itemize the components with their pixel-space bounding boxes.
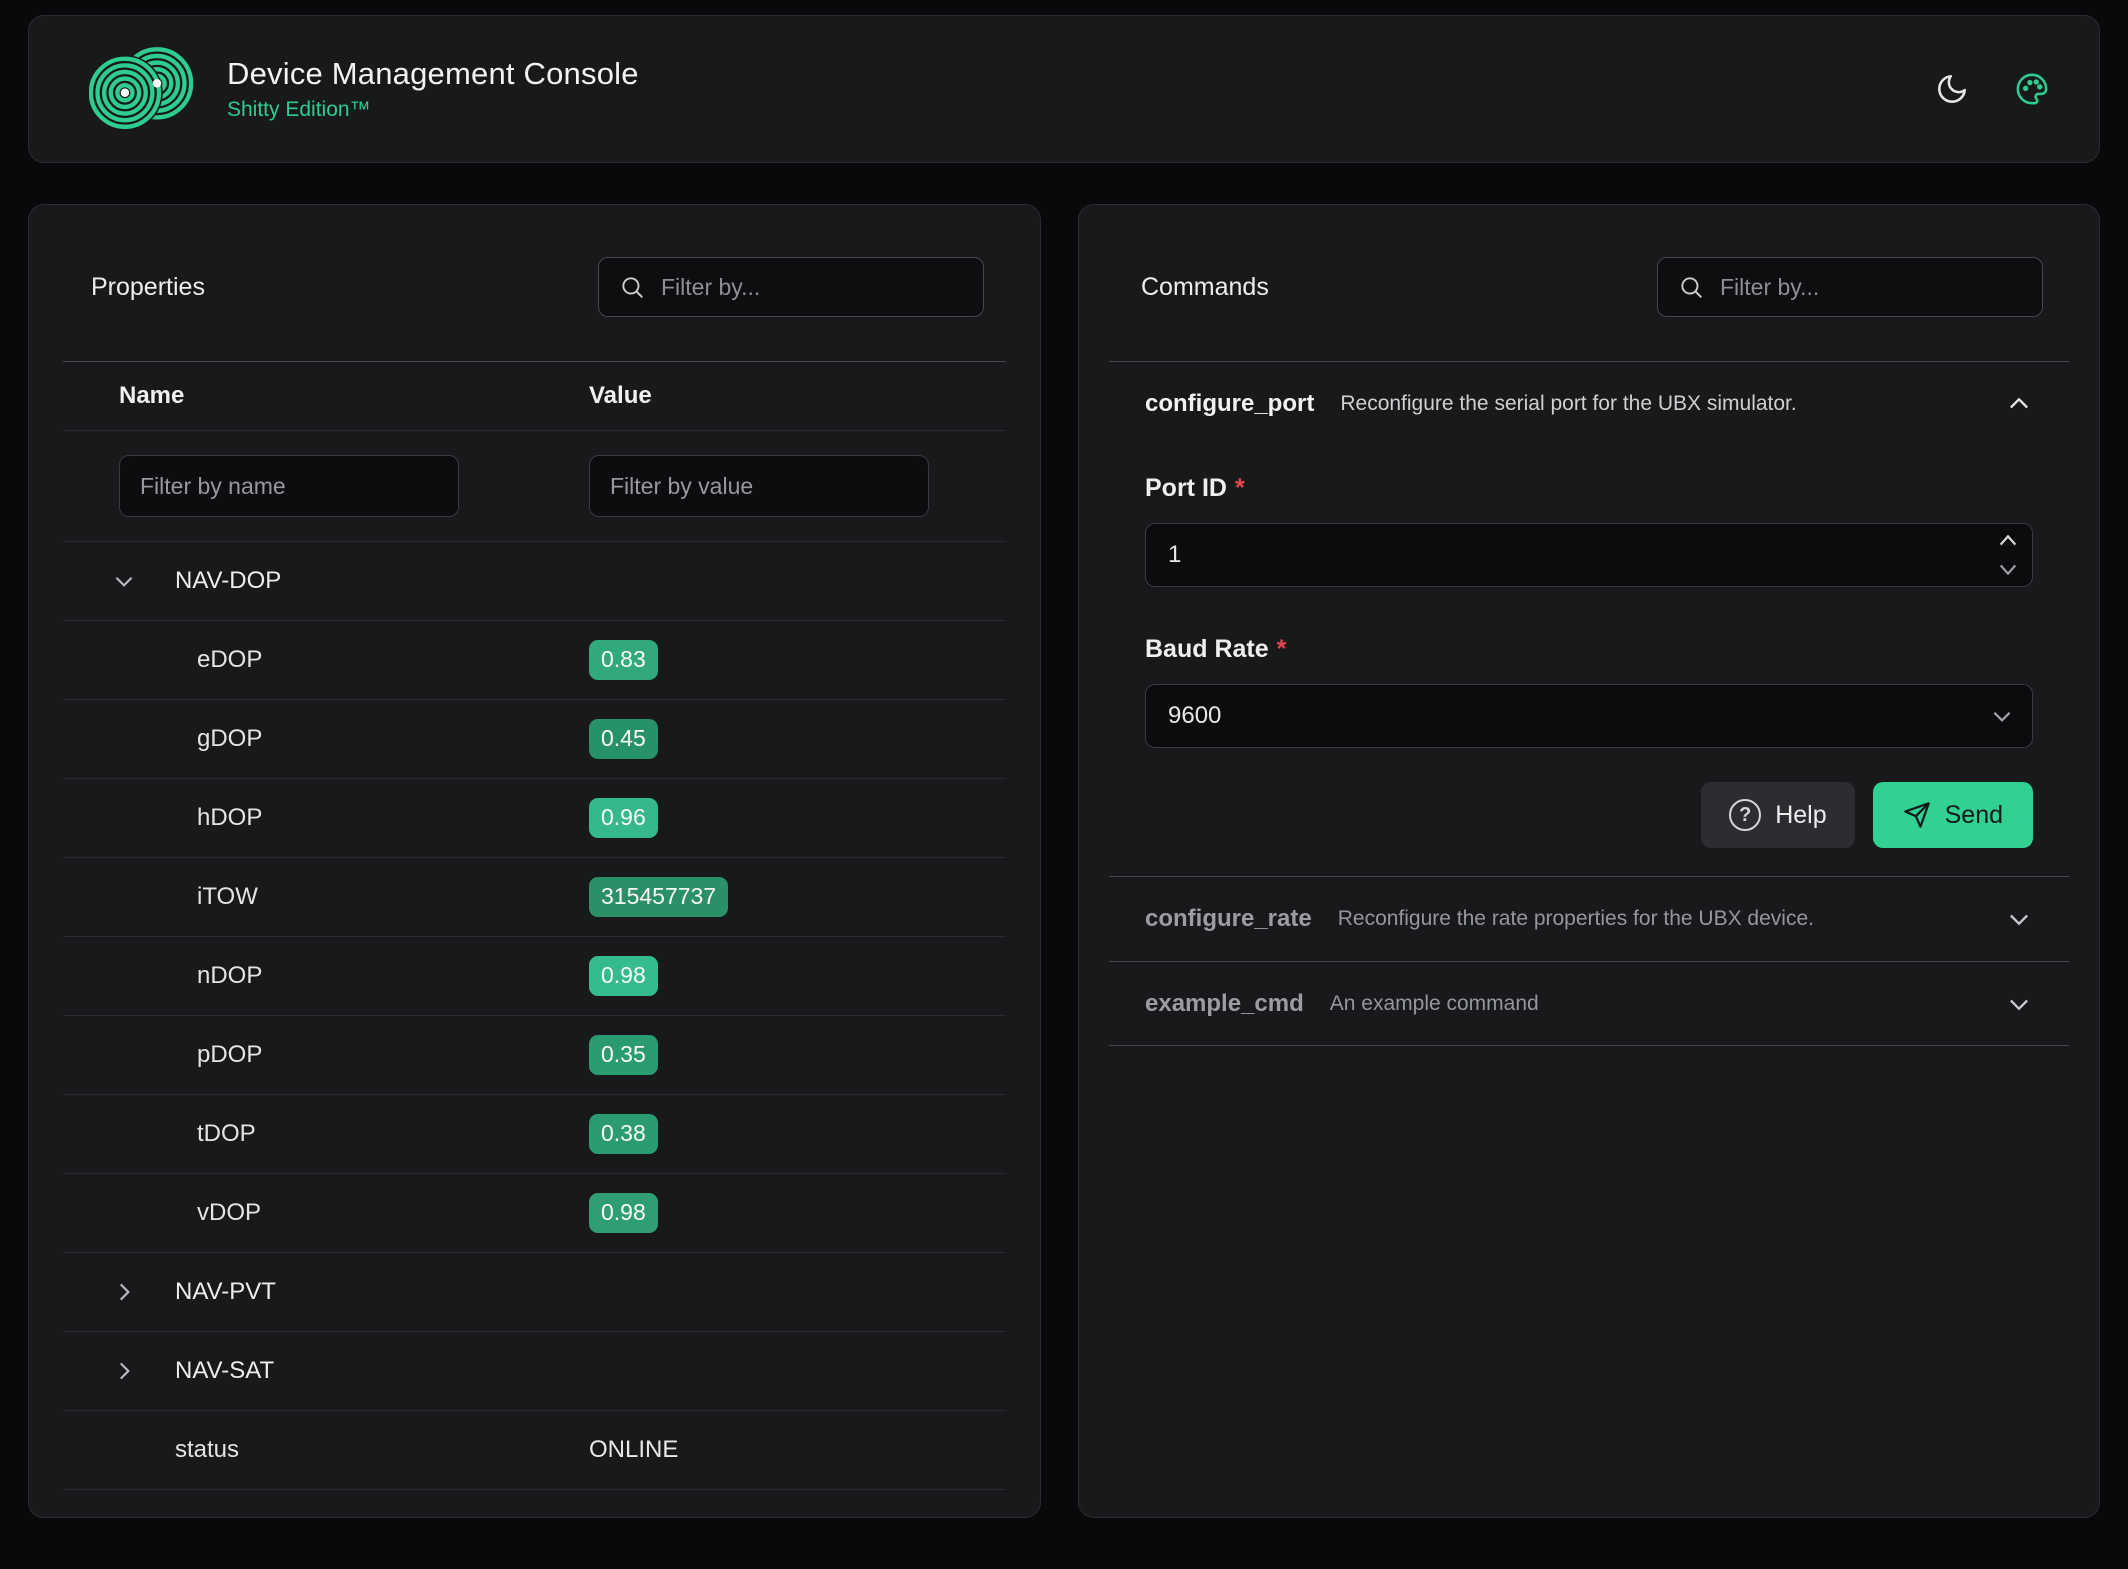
value-filter-input[interactable] xyxy=(589,455,929,517)
port-id-input[interactable] xyxy=(1145,523,2033,587)
property-name: hDOP xyxy=(197,804,262,832)
search-icon xyxy=(619,274,645,300)
column-header-name: Name xyxy=(119,382,184,410)
stepper-up-icon[interactable] xyxy=(1997,531,2019,549)
command-name: example_cmd xyxy=(1145,990,1304,1018)
property-name: iTOW xyxy=(197,883,258,911)
field-label-baud-rate: Baud Rate* xyxy=(1145,635,2033,664)
help-icon: ? xyxy=(1729,799,1761,831)
baud-rate-value: 9600 xyxy=(1145,684,2033,748)
property-row: nDOP 0.98 xyxy=(63,937,1006,1016)
page-title: Device Management Console xyxy=(227,56,639,92)
chevron-down-icon xyxy=(111,568,137,594)
property-name: tDOP xyxy=(197,1120,256,1148)
column-filter-row xyxy=(63,431,1006,542)
property-name: gDOP xyxy=(197,725,262,753)
command-name: configure_port xyxy=(1145,390,1314,418)
column-header-value: Value xyxy=(589,382,652,410)
chevron-right-icon xyxy=(111,1279,137,1305)
property-name: pDOP xyxy=(197,1041,262,1069)
name-filter-input[interactable] xyxy=(119,455,459,517)
command-name: configure_rate xyxy=(1145,905,1312,933)
chevron-down-icon xyxy=(2005,990,2033,1018)
app-logo-icon xyxy=(89,41,193,137)
stepper-down-icon[interactable] xyxy=(1997,561,2019,579)
property-name: eDOP xyxy=(197,646,262,674)
property-value-badge: 0.98 xyxy=(589,956,658,996)
property-name: nDOP xyxy=(197,962,262,990)
property-value-badge: 0.45 xyxy=(589,719,658,759)
command-row-configure-rate[interactable]: configure_rate Reconfigure the rate prop… xyxy=(1109,876,2069,961)
properties-title: Properties xyxy=(91,273,205,302)
properties-table: Name Value NAV-DOP eDOP 0.83 gDOP xyxy=(63,361,1006,1490)
command-row-example-cmd[interactable]: example_cmd An example command xyxy=(1109,961,2069,1046)
property-value-badge: 315457737 xyxy=(589,877,728,917)
property-row: vDOP 0.98 xyxy=(63,1174,1006,1253)
commands-title: Commands xyxy=(1141,273,1269,302)
property-row: gDOP 0.45 xyxy=(63,700,1006,779)
property-group-label: NAV-SAT xyxy=(175,1357,274,1385)
command-description: Reconfigure the serial port for the UBX … xyxy=(1340,392,1796,416)
property-group-row[interactable]: NAV-PVT xyxy=(63,1253,1006,1332)
property-row: pDOP 0.35 xyxy=(63,1016,1006,1095)
properties-filter-input[interactable] xyxy=(661,274,963,301)
property-value-badge: 0.98 xyxy=(589,1193,658,1233)
palette-icon[interactable] xyxy=(2015,72,2049,106)
property-row: iTOW 315457737 xyxy=(63,858,1006,937)
property-name: status xyxy=(175,1436,239,1464)
search-icon xyxy=(1678,274,1704,300)
page-subtitle: Shitty Edition™ xyxy=(227,98,639,122)
baud-rate-select[interactable]: 9600 xyxy=(1145,684,2033,748)
property-row: eDOP 0.83 xyxy=(63,621,1006,700)
property-group-label: NAV-DOP xyxy=(175,567,281,595)
number-stepper[interactable] xyxy=(1997,523,2019,587)
field-label-port-id: Port ID* xyxy=(1145,474,2033,503)
property-value-badge: 0.35 xyxy=(589,1035,658,1075)
properties-filter[interactable] xyxy=(598,257,984,317)
properties-table-header: Name Value xyxy=(63,361,1006,431)
required-asterisk: * xyxy=(1235,474,1245,502)
send-button[interactable]: Send xyxy=(1873,782,2033,848)
property-group-row[interactable]: NAV-SAT xyxy=(63,1332,1006,1411)
command-description: An example command xyxy=(1330,992,1539,1016)
property-name: vDOP xyxy=(197,1199,261,1227)
chevron-right-icon xyxy=(111,1358,137,1384)
property-group-row[interactable]: NAV-DOP xyxy=(63,542,1006,621)
help-button[interactable]: ? Help xyxy=(1701,782,1854,848)
property-row: hDOP 0.96 xyxy=(63,779,1006,858)
commands-filter-input[interactable] xyxy=(1720,274,2022,301)
chevron-down-icon xyxy=(2005,905,2033,933)
commands-panel: Commands configure_port Reconfigure the … xyxy=(1078,204,2100,1518)
property-group-label: NAV-PVT xyxy=(175,1278,276,1306)
command-description: Reconfigure the rate properties for the … xyxy=(1338,907,1814,931)
commands-list: configure_port Reconfigure the serial po… xyxy=(1109,361,2069,1046)
required-asterisk: * xyxy=(1277,635,1287,663)
send-icon xyxy=(1903,801,1931,829)
app-header: Device Management Console Shitty Edition… xyxy=(28,15,2100,163)
chevron-up-icon xyxy=(2005,390,2033,418)
commands-filter[interactable] xyxy=(1657,257,2043,317)
property-value-badge: 0.83 xyxy=(589,640,658,680)
command-form-configure-port: Port ID* Baud Rate* 9600 ? Help xyxy=(1109,446,2069,876)
property-row: tDOP 0.38 xyxy=(63,1095,1006,1174)
property-value-badge: 0.38 xyxy=(589,1114,658,1154)
property-row: status ONLINE xyxy=(63,1411,1006,1490)
property-value: ONLINE xyxy=(589,1436,678,1464)
property-value-badge: 0.96 xyxy=(589,798,658,838)
properties-panel: Properties Name Value NAV-DOP xyxy=(28,204,1041,1518)
command-row-configure-port[interactable]: configure_port Reconfigure the serial po… xyxy=(1109,361,2069,446)
theme-toggle-moon-icon[interactable] xyxy=(1935,72,1969,106)
